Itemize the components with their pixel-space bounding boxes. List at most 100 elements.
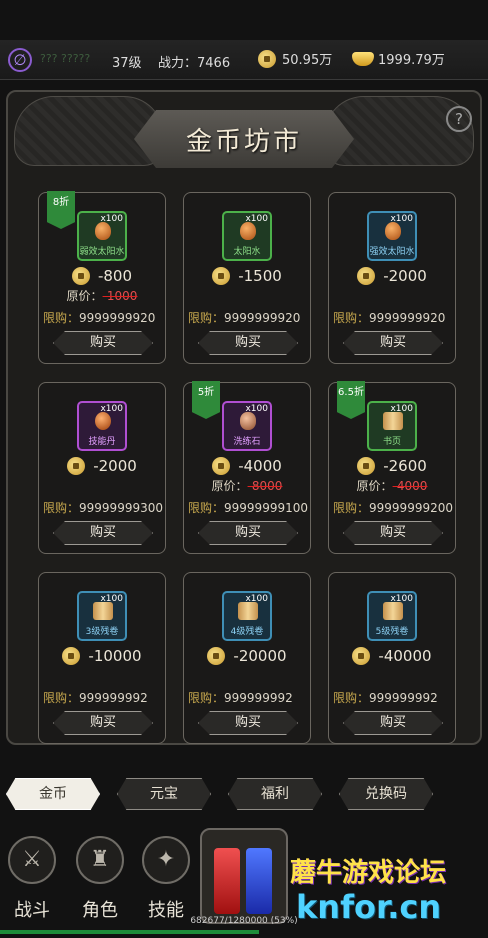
item-price: -800	[39, 267, 165, 285]
buy-button[interactable]: 购买	[198, 331, 298, 355]
original-price-label: 原价：	[66, 289, 103, 303]
coin-icon	[357, 457, 376, 475]
coin-icon	[357, 267, 376, 285]
item-name: 强效太阳水	[369, 247, 415, 257]
item-icon-frame[interactable]: x100 强效太阳水	[367, 211, 417, 261]
buy-button[interactable]: 购买	[53, 521, 153, 545]
buy-button[interactable]: 购买	[343, 331, 443, 355]
tab-redeem-code[interactable]: 兑换码	[339, 778, 433, 810]
shop-item-card: x100 弱效太阳水 8折 -800 原价：-1000 限购：999999992…	[38, 191, 166, 364]
original-price-value: -1000	[102, 289, 138, 303]
orb-icon	[95, 412, 111, 430]
flame-icon: ✦	[142, 836, 190, 884]
buy-button[interactable]: 购买	[53, 331, 153, 355]
ingot-balance: 1999.79万	[352, 49, 445, 68]
item-quantity: x100	[390, 214, 413, 224]
item-name: 5级残卷	[375, 627, 409, 637]
buy-button[interactable]: 购买	[343, 521, 443, 545]
scroll-icon	[93, 602, 113, 620]
purchase-limit: 限购：999999992	[43, 689, 163, 706]
shop-item-card: x100 书页 6.5折 -2600 原价：-4000 限购：999999992…	[328, 381, 456, 554]
limit-value: 9999999920	[224, 311, 301, 325]
original-price-value: -8000	[247, 479, 283, 493]
item-quantity: x100	[100, 594, 123, 604]
nav-skill[interactable]: ✦ 技能	[136, 836, 196, 924]
original-price: 原价：-1000	[39, 287, 165, 304]
helmet-icon: ♜	[76, 836, 124, 884]
item-icon-frame[interactable]: x100 4级残卷	[222, 591, 272, 641]
limit-value: 999999992	[369, 691, 438, 705]
item-price: -2000	[329, 267, 455, 285]
coin-icon	[67, 457, 86, 475]
item-icon-frame[interactable]: x100 技能丹	[77, 401, 127, 451]
item-quantity: x100	[390, 404, 413, 414]
price-value: -2000	[383, 267, 427, 285]
price-value: -1500	[238, 267, 282, 285]
limit-label: 限购：	[333, 501, 370, 515]
discount-badge: 8折	[47, 191, 75, 229]
watermark-title: 蘑牛游戏论坛	[290, 858, 447, 888]
original-price-label: 原价：	[211, 479, 248, 493]
purchase-limit: 限购：999999992	[188, 689, 308, 706]
item-quantity: x100	[245, 404, 268, 414]
ingot-icon	[352, 51, 374, 66]
discount-badge: 5折	[192, 381, 220, 419]
item-name: 洗练石	[233, 437, 261, 447]
coin-icon	[207, 647, 226, 665]
limit-value: 9999999920	[369, 311, 446, 325]
buy-button[interactable]: 购买	[198, 521, 298, 545]
tab-ingot[interactable]: 元宝	[117, 778, 211, 810]
item-icon-frame[interactable]: x100 弱效太阳水	[77, 211, 127, 261]
item-price: -4000	[184, 457, 310, 475]
limit-value: 999999992	[79, 691, 148, 705]
price-value: -800	[97, 267, 133, 285]
limit-value: 99999999100	[224, 501, 308, 515]
purchase-limit: 限购：9999999920	[333, 309, 453, 326]
item-price: -20000	[184, 647, 310, 665]
item-icon-frame[interactable]: x100 书页	[367, 401, 417, 451]
purchase-limit: 限购：99999999300	[43, 499, 163, 516]
item-quantity: x100	[100, 404, 123, 414]
coin-balance: 50.95万	[258, 49, 332, 68]
nav-character[interactable]: ♜ 角色	[70, 836, 130, 924]
limit-value: 999999992	[224, 691, 293, 705]
help-button[interactable]: ?	[446, 106, 472, 132]
coin-icon	[212, 457, 231, 475]
swirl-icon[interactable]: ∅	[8, 48, 32, 72]
item-quantity: x100	[100, 214, 123, 224]
shop-item-card: x100 3级残卷 -10000 限购：999999992 购买	[38, 572, 166, 744]
price-value: -20000	[233, 647, 287, 665]
item-icon-frame[interactable]: x100 3级残卷	[77, 591, 127, 641]
buy-button[interactable]: 购买	[198, 711, 298, 735]
item-icon-frame[interactable]: x100 洗练石	[222, 401, 272, 451]
buy-button[interactable]: 购买	[343, 711, 443, 735]
limit-label: 限购：	[188, 311, 225, 325]
item-quantity: x100	[390, 594, 413, 604]
limit-label: 限购：	[43, 311, 80, 325]
combat-power: 战力：7466	[158, 56, 231, 71]
coin-icon	[62, 647, 81, 665]
price-value: -10000	[88, 647, 142, 665]
ingot-amount: 1999.79万	[378, 53, 445, 68]
tab-gold[interactable]: 金币	[6, 778, 100, 810]
item-icon-frame[interactable]: x100 太阳水	[222, 211, 272, 261]
shop-item-card: x100 5级残卷 -40000 限购：999999992 购买	[328, 572, 456, 744]
hp-mp-emblem[interactable]	[200, 828, 288, 924]
item-name: 3级残卷	[85, 627, 119, 637]
buy-button[interactable]: 购买	[53, 711, 153, 735]
coin-icon	[258, 49, 276, 68]
item-price: -2600	[329, 457, 455, 475]
original-price-value: -4000	[392, 479, 428, 493]
limit-label: 限购：	[43, 691, 80, 705]
item-icon-frame[interactable]: x100 5级残卷	[367, 591, 417, 641]
price-value: -2000	[93, 457, 137, 475]
tab-welfare[interactable]: 福利	[228, 778, 322, 810]
shop-item-card: x100 强效太阳水 -2000 限购：9999999920 购买	[328, 192, 456, 364]
purchase-limit: 限购：999999992	[333, 689, 453, 706]
purchase-limit: 限购：9999999920	[188, 309, 308, 326]
item-name: 太阳水	[233, 247, 261, 257]
nav-battle[interactable]: ⚔ 战斗	[2, 836, 62, 924]
coin-amount: 50.95万	[282, 53, 333, 68]
exp-bar	[0, 930, 259, 934]
shop-item-card: x100 4级残卷 -20000 限购：999999992 购买	[183, 572, 311, 744]
